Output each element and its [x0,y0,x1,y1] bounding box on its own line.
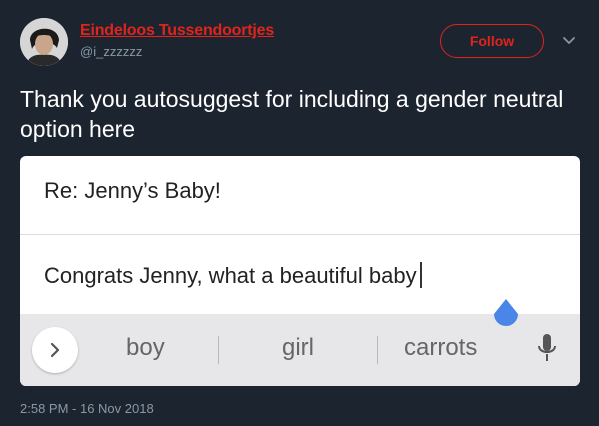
suggestion-separator [377,336,378,364]
email-body: Congrats Jenny, what a beautiful baby [44,262,422,289]
email-subject: Re: Jenny’s Baby! [44,178,221,203]
author-display-name[interactable]: Eindeloos Tussendoortjes [80,22,274,40]
expand-button [32,327,78,373]
suggestion-boy: boy [126,334,165,361]
cursor-handle [494,299,518,326]
text-cursor [419,262,422,288]
avatar-photo-icon [20,18,68,66]
suggestion-girl: girl [282,334,315,361]
microphone-icon [538,334,556,361]
suggestion-carrots: carrots [404,334,478,361]
chevron-right-icon [50,342,60,358]
email-body-text: Congrats Jenny, what a beautiful baby [44,263,417,288]
suggestion-separator [218,336,219,364]
screenshot-image[interactable]: Re: Jenny’s Baby! Congrats Jenny, what a… [20,156,580,386]
follow-button[interactable]: Follow [440,24,544,58]
chevron-down-icon[interactable] [562,34,576,48]
tweet-timestamp[interactable]: 2:58 PM - 16 Nov 2018 [20,401,154,416]
author-handle[interactable]: @i_zzzzzz [80,44,142,59]
tweet-text: Thank you autosuggest for including a ge… [20,86,564,142]
avatar[interactable] [20,18,68,66]
divider [20,234,580,235]
